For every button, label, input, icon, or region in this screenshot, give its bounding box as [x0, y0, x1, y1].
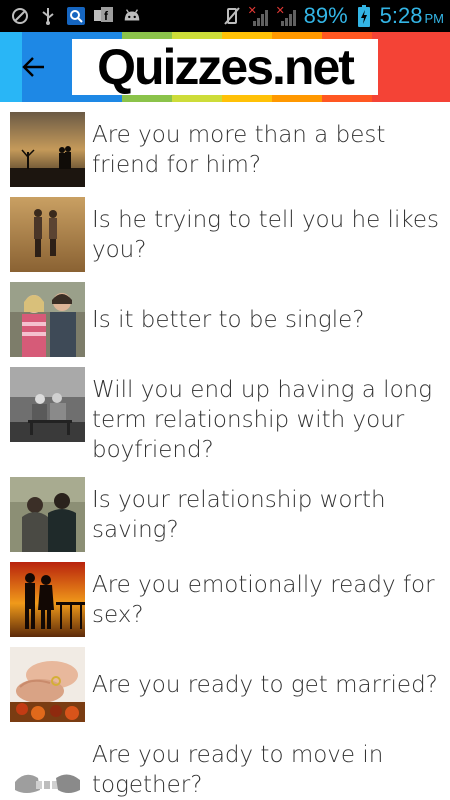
quiz-title: Will you end up having a long term relat…: [92, 376, 433, 463]
quiz-title: Are you ready to get married?: [92, 671, 438, 698]
list-item[interactable]: Are you ready to move in together?: [0, 727, 450, 800]
system-status: ✕ ✕ 89% 5:28 PM: [222, 0, 444, 32]
list-item[interactable]: Are you more than a best friend for him?: [0, 107, 450, 192]
quiz-thumbnail: [10, 647, 85, 722]
status-bar: f ✕ ✕ 89% 5:28 PM: [0, 0, 450, 32]
list-item[interactable]: Are you ready to get married?: [0, 642, 450, 727]
list-item[interactable]: Is he trying to tell you he likes you?: [0, 192, 450, 277]
quiz-title: Are you more than a best friend for him?: [92, 121, 386, 178]
app-logo: Quizzes.net: [72, 39, 378, 95]
list-item[interactable]: Are you emotionally ready for sex?: [0, 557, 450, 642]
back-button[interactable]: [16, 49, 52, 85]
battery-percent: 89%: [303, 3, 348, 28]
quiz-thumbnail: [10, 112, 85, 187]
arrow-left-icon: [22, 57, 44, 77]
clock-time: 5:28: [379, 3, 423, 28]
quiz-title: Is your relationship worth saving?: [92, 486, 386, 543]
list-item[interactable]: Is it better to be single?: [0, 277, 450, 362]
search-app-icon: [66, 6, 86, 26]
quiz-thumbnail: [10, 197, 85, 272]
quiz-title: Is it better to be single?: [92, 306, 365, 333]
vibrate-off-icon: [222, 6, 242, 26]
usb-icon: [38, 6, 58, 26]
battery-charging-icon: [354, 5, 374, 27]
list-item[interactable]: Is your relationship worth saving?: [0, 472, 450, 557]
app-header: Quizzes.net: [0, 32, 450, 102]
clock: 5:28 PM: [380, 3, 444, 29]
clock-ampm: PM: [424, 11, 445, 26]
quiz-thumbnail: [10, 732, 85, 800]
quiz-title: Are you ready to move in together?: [92, 741, 384, 798]
signal-sim2-icon: ✕: [276, 4, 298, 26]
facebook-icon: f: [94, 6, 114, 26]
quiz-list: Are you more than a best friend for him?…: [0, 102, 450, 800]
list-item[interactable]: Will you end up having a long term relat…: [0, 367, 450, 472]
quiz-thumbnail: [10, 282, 85, 357]
quiz-title: Are you emotionally ready for sex?: [92, 571, 435, 628]
logo-text: Quizzes.net: [97, 39, 355, 95]
stripe: [372, 32, 450, 102]
quiz-title: Is he trying to tell you he likes you?: [92, 206, 439, 263]
android-icon: [122, 6, 142, 26]
quiz-thumbnail: [10, 562, 85, 637]
signal-sim1-icon: ✕: [248, 4, 270, 26]
quiz-thumbnail: [10, 367, 85, 442]
notification-icons: f: [0, 6, 142, 26]
sync-disabled-icon: [10, 6, 30, 26]
quiz-thumbnail: [10, 477, 85, 552]
